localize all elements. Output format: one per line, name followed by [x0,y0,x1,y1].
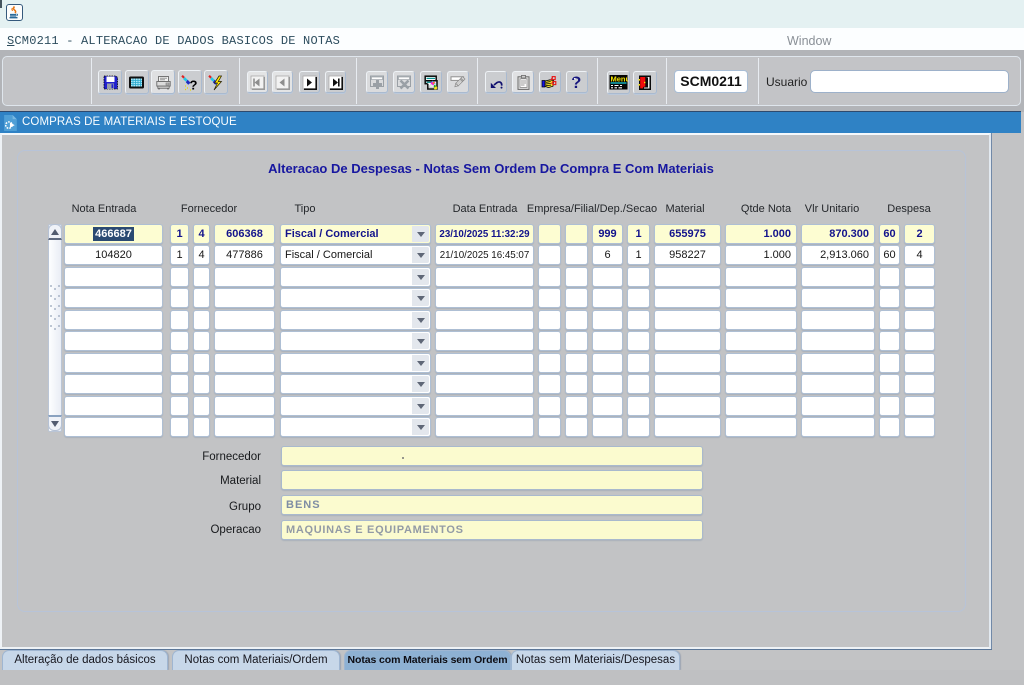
svg-text:?: ? [571,74,581,91]
svg-text:?: ? [190,77,198,91]
svg-text:Menu: Menu [611,74,629,83]
